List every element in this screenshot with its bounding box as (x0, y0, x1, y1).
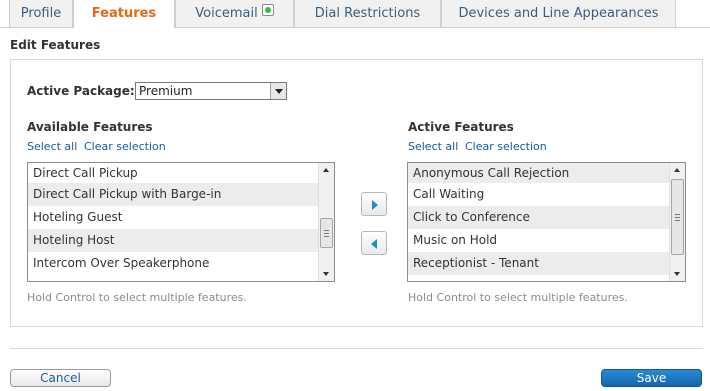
scroll-up-icon[interactable] (670, 163, 685, 177)
active-clear-selection-link[interactable]: Clear selection (465, 140, 547, 153)
list-item[interactable]: Direct Call Pickup (28, 163, 319, 183)
divider (10, 348, 703, 349)
scroll-up-icon[interactable] (319, 163, 334, 177)
chevron-down-icon[interactable] (270, 83, 286, 99)
list-item[interactable]: Hoteling Host (28, 229, 319, 252)
tab-dial-restrictions[interactable]: Dial Restrictions (294, 0, 441, 28)
available-scrollbar[interactable] (318, 163, 334, 281)
save-button[interactable]: Save (601, 369, 702, 387)
active-hint: Hold Control to select multiple features… (408, 291, 628, 304)
tab-features-label: Features (91, 6, 157, 21)
available-hint: Hold Control to select multiple features… (27, 291, 247, 304)
active-scrollbar[interactable] (669, 163, 685, 281)
tab-devices[interactable]: Devices and Line Appearances (441, 0, 676, 28)
available-features-title: Available Features (27, 120, 153, 134)
list-item[interactable]: Intercom Over Speakerphone (28, 252, 319, 275)
remove-feature-button[interactable] (361, 231, 387, 255)
list-item[interactable]: Direct Call Pickup with Barge-in (28, 183, 319, 206)
package-label: Active Package: (27, 84, 135, 98)
tab-voicemail-label: Voicemail (195, 6, 258, 21)
features-panel: Active Package: Premium Available Featur… (10, 59, 703, 327)
tab-bar: Profile Features Voicemail Dial Restrict… (0, 0, 710, 29)
available-select-all-link[interactable]: Select all (27, 140, 77, 153)
tab-features[interactable]: Features (73, 0, 175, 29)
tab-profile-label: Profile (20, 6, 62, 21)
list-item[interactable]: Call Waiting (408, 183, 670, 206)
list-item[interactable]: Anonymous Call Rejection (408, 163, 670, 183)
tab-voicemail[interactable]: Voicemail (175, 0, 294, 28)
add-feature-button[interactable] (361, 192, 387, 216)
package-select-value: Premium (139, 84, 193, 98)
list-item[interactable]: Receptionist - Tenant (408, 252, 670, 275)
tab-dial-restrictions-label: Dial Restrictions (314, 6, 421, 21)
list-item[interactable]: Music on Hold (408, 229, 670, 252)
scrollbar-thumb[interactable] (320, 218, 333, 248)
voicemail-status-icon (261, 4, 274, 16)
active-features-list[interactable]: Anonymous Call Rejection Call Waiting Cl… (407, 162, 686, 282)
list-item[interactable]: Click to Conference (408, 206, 670, 229)
active-select-all-link[interactable]: Select all (408, 140, 458, 153)
list-item[interactable]: Hoteling Guest (28, 206, 319, 229)
tab-profile[interactable]: Profile (9, 0, 73, 28)
scroll-down-icon[interactable] (670, 267, 685, 281)
cancel-button[interactable]: Cancel (10, 369, 111, 387)
scroll-down-icon[interactable] (319, 267, 334, 281)
tab-devices-label: Devices and Line Appearances (458, 6, 659, 21)
available-clear-selection-link[interactable]: Clear selection (84, 140, 166, 153)
section-title: Edit Features (10, 38, 101, 52)
active-features-title: Active Features (408, 120, 514, 134)
package-select[interactable]: Premium (135, 82, 287, 100)
scrollbar-thumb[interactable] (671, 179, 684, 255)
available-features-list[interactable]: Direct Call Pickup Direct Call Pickup wi… (27, 162, 335, 282)
